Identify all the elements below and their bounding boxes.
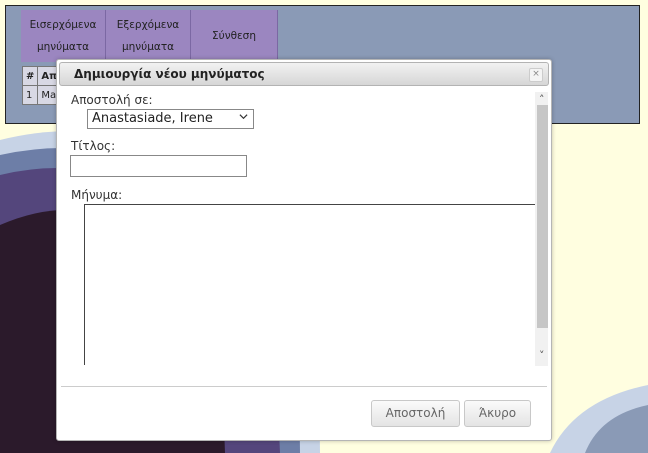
new-message-dialog: Δημιουργία νέου μηνύματος × Αποστολή σε:… xyxy=(56,59,552,441)
tab-outbox-line2: μηνύματα xyxy=(121,41,175,53)
table-header-cell: # xyxy=(21,66,39,86)
table-header-row: # Απ xyxy=(21,66,62,86)
tab-compose[interactable]: Σύνθεση xyxy=(191,10,278,62)
message-textarea[interactable] xyxy=(84,204,539,365)
tab-inbox-line1: Εισερχόμενα xyxy=(29,19,97,31)
tab-inbox-line2: μηνύματα xyxy=(36,41,90,53)
message-tabs: Εισερχόμενα μηνύματα Εξερχόμενα μηνύματα… xyxy=(21,10,278,62)
subject-label: Τίτλος: xyxy=(71,139,116,153)
table-cell: 1 xyxy=(21,85,39,105)
close-button[interactable]: × xyxy=(529,68,543,82)
vertical-scroll-thumb[interactable] xyxy=(537,105,548,328)
scroll-down-icon[interactable]: ˅ xyxy=(539,350,545,361)
dialog-content: Αποστολή σε: Anastasiade, Irene Τίτλος: … xyxy=(60,89,548,380)
table-row[interactable]: 1 Ma xyxy=(21,85,62,105)
dialog-titlebar[interactable]: Δημιουργία νέου μηνύματος × xyxy=(59,62,549,86)
button-divider xyxy=(61,386,547,387)
subject-input[interactable] xyxy=(70,155,247,177)
message-label: Μήνυμα: xyxy=(71,188,123,202)
vertical-scrollbar[interactable]: ˄ ˅ xyxy=(535,92,548,366)
tab-inbox[interactable]: Εισερχόμενα μηνύματα xyxy=(21,10,106,62)
tab-compose-label: Σύνθεση xyxy=(212,30,256,42)
tab-outbox-line1: Εξερχόμενα xyxy=(116,19,180,31)
scroll-up-icon[interactable]: ˄ xyxy=(539,94,545,105)
chevron-down-icon xyxy=(239,114,248,120)
close-icon: × xyxy=(532,69,540,79)
recipient-value: Anastasiade, Irene xyxy=(92,111,213,126)
dialog-title: Δημιουργία νέου μηνύματος xyxy=(74,67,265,81)
recipient-select[interactable]: Anastasiade, Irene xyxy=(87,109,254,129)
send-button[interactable]: Αποστολή xyxy=(371,400,460,427)
cancel-button[interactable]: Άκυρο xyxy=(464,400,531,427)
tab-outbox[interactable]: Εξερχόμενα μηνύματα xyxy=(106,10,191,62)
recipient-label: Αποστολή σε: xyxy=(71,93,153,107)
